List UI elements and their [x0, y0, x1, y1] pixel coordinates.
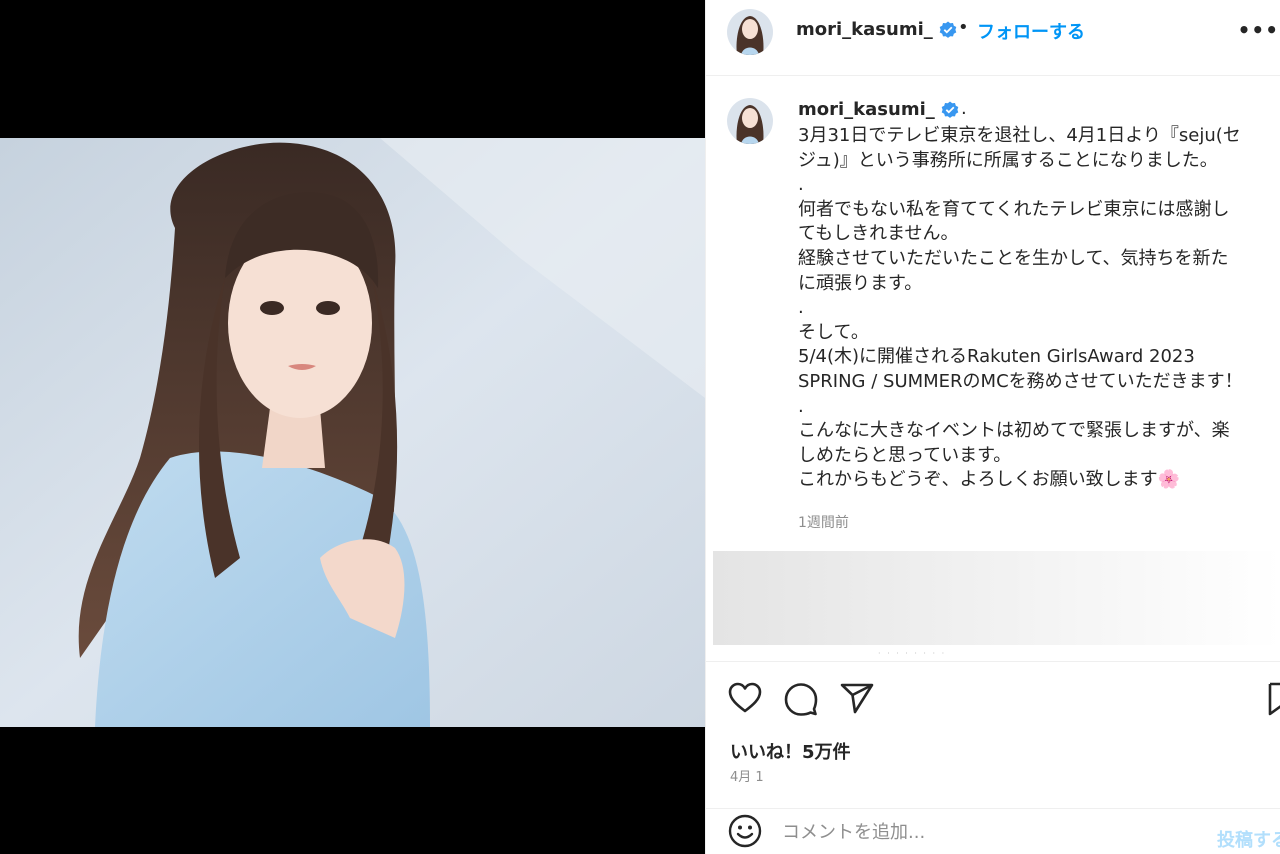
emoji-icon[interactable]	[728, 814, 762, 848]
post-sidebar: mori_kasumi_ • フォローする ••• mori_kasumi_ .…	[705, 0, 1280, 854]
avatar[interactable]	[727, 9, 773, 55]
post-comment-button[interactable]: 投稿する	[1217, 826, 1280, 852]
post-time[interactable]: 1週間前	[798, 512, 849, 532]
instagram-post-view: mori_kasumi_ • フォローする ••• mori_kasumi_ .…	[0, 0, 1280, 854]
verified-badge-icon	[939, 21, 957, 38]
post-media	[0, 0, 705, 854]
comment-input[interactable]	[782, 822, 1162, 843]
comment-icon[interactable]	[784, 682, 818, 716]
more-options-icon[interactable]: •••	[1238, 18, 1279, 42]
likes-count[interactable]: いいね！5万件	[730, 738, 851, 764]
caption-text: 3月31日でテレビ東京を退社し、4月1日より『seju(セ ジュ)』という事務所…	[798, 125, 1243, 491]
post-date: 4月 1	[730, 770, 764, 785]
post-header: mori_kasumi_ • フォローする •••	[706, 0, 1280, 76]
paper-plane-icon[interactable]	[840, 682, 874, 714]
caption-trailing-dot: .	[961, 98, 967, 119]
verified-badge-icon	[941, 101, 959, 118]
caption-username-text[interactable]: mori_kasumi_	[798, 99, 935, 120]
caption-avatar[interactable]	[727, 98, 773, 144]
header-username[interactable]: mori_kasumi_	[796, 19, 957, 40]
post-photo[interactable]	[0, 138, 705, 727]
heart-icon[interactable]	[728, 682, 762, 714]
bookmark-icon[interactable]	[1268, 682, 1280, 716]
comment-preview-area	[713, 551, 1280, 645]
loading-dots: · · · · · · · ·	[878, 649, 947, 658]
username-text[interactable]: mori_kasumi_	[796, 19, 933, 40]
action-bar	[706, 661, 1280, 731]
caption-username[interactable]: mori_kasumi_	[798, 99, 959, 120]
separator-dot: •	[958, 17, 969, 38]
follow-button[interactable]: フォローする	[977, 18, 1085, 44]
